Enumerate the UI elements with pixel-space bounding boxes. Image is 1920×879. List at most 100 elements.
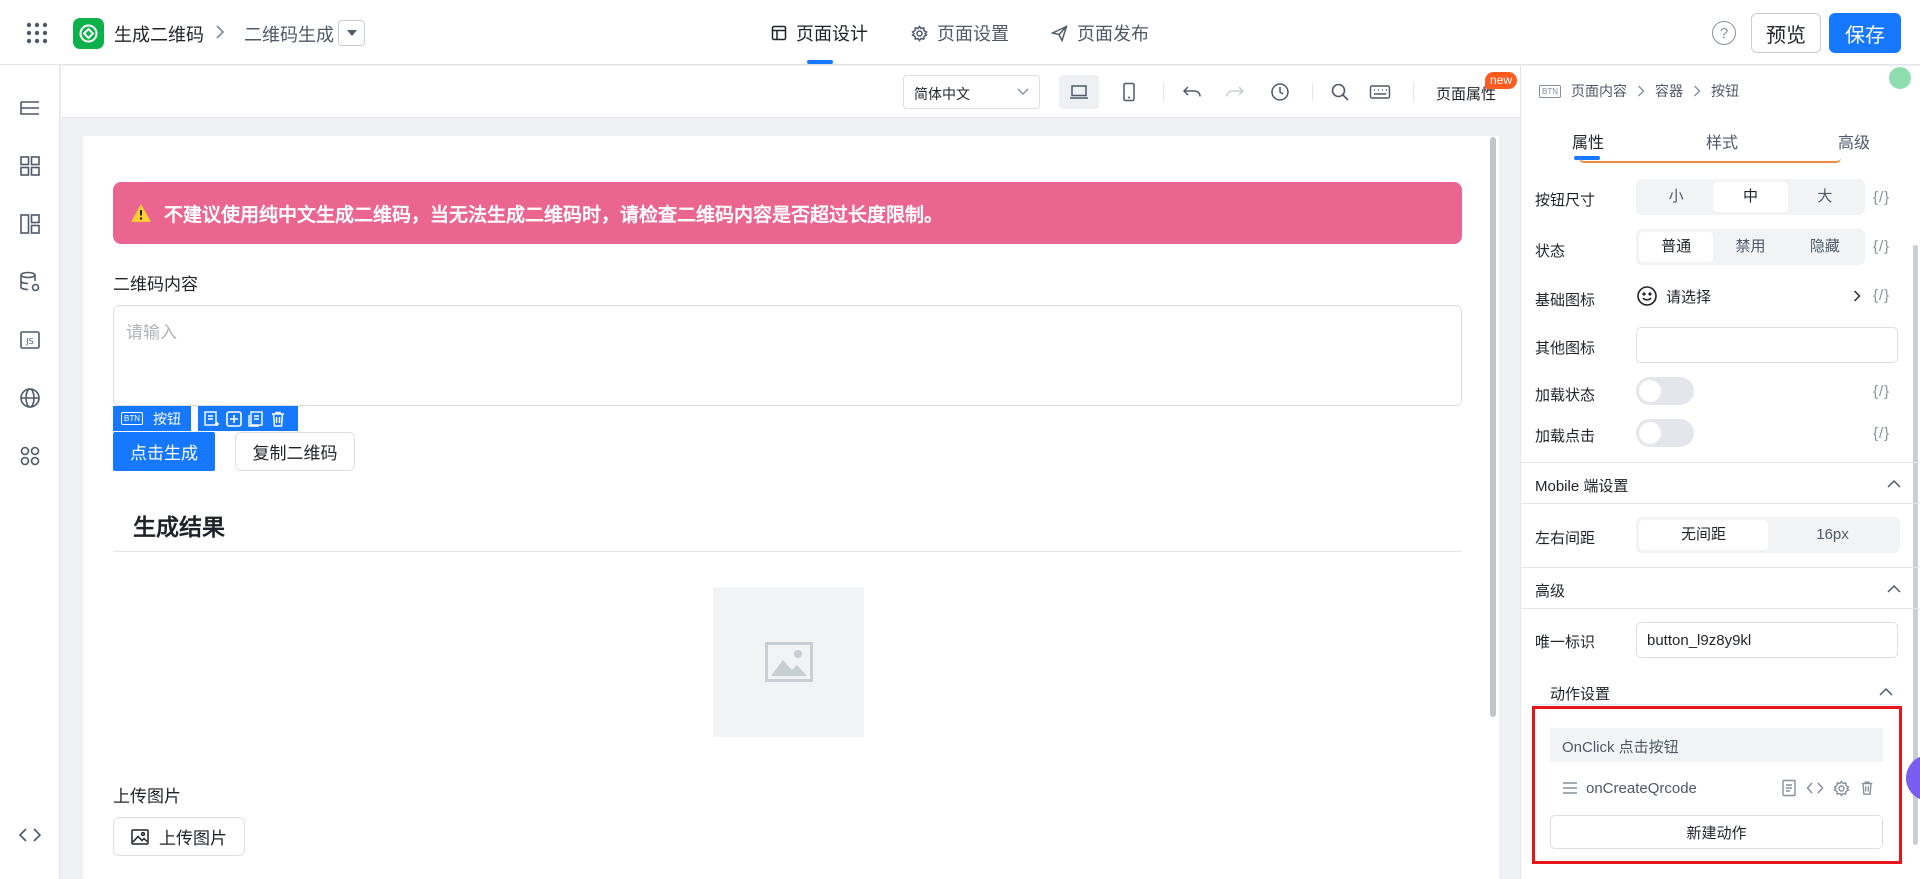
- scrolled-field-edge: [1579, 158, 1841, 163]
- tab-label: 页面设计: [796, 24, 868, 44]
- spacing-label: 左右间距: [1535, 530, 1596, 547]
- gear-icon: [911, 24, 928, 42]
- section-divider: [113, 551, 1462, 552]
- page-dropdown-button[interactable]: [338, 20, 365, 46]
- variable-binding-button[interactable]: {/}: [1873, 287, 1890, 304]
- language-value: 简体中文: [914, 86, 970, 102]
- selected-component-tag[interactable]: BTN 按钮: [113, 406, 191, 431]
- redo-icon[interactable]: [1215, 75, 1255, 109]
- action-settings-header[interactable]: 动作设置: [1535, 683, 1899, 705]
- generate-button[interactable]: 点击生成: [113, 432, 215, 471]
- plugins-icon[interactable]: [18, 444, 42, 468]
- javascript-icon[interactable]: JS: [18, 328, 42, 352]
- desktop-view-icon[interactable]: [1059, 75, 1099, 109]
- spacing-segmented: 无间距 16px: [1636, 517, 1900, 553]
- panel-scrollbar[interactable]: [1913, 245, 1918, 845]
- copy-qr-button[interactable]: 复制二维码: [235, 432, 355, 471]
- tab-advanced[interactable]: 高级: [1838, 129, 1870, 153]
- upload-image-button[interactable]: 上传图片: [113, 817, 245, 856]
- chevron-right-icon: [1638, 85, 1645, 97]
- loading-click-toggle[interactable]: [1636, 419, 1694, 447]
- state-option-hidden[interactable]: 隐藏: [1788, 232, 1862, 262]
- spacing-option-none[interactable]: 无间距: [1639, 520, 1768, 550]
- search-icon[interactable]: [1320, 75, 1360, 109]
- layout-icon: [771, 25, 787, 41]
- button-size-label: 按钮尺寸: [1535, 192, 1596, 209]
- qr-content-placeholder: 请输入: [126, 323, 177, 342]
- state-label: 状态: [1535, 243, 1566, 260]
- loading-state-toggle[interactable]: [1636, 377, 1694, 405]
- datasource-icon[interactable]: [18, 270, 42, 294]
- app-grid-icon[interactable]: [26, 22, 50, 44]
- breadcrumb-item-container[interactable]: 容器: [1655, 81, 1683, 101]
- code-icon[interactable]: [18, 823, 42, 847]
- mobile-view-icon[interactable]: [1109, 75, 1149, 109]
- app-name[interactable]: 生成二维码: [114, 21, 204, 47]
- base-icon-label: 基础图标: [1535, 292, 1596, 309]
- variable-binding-button[interactable]: {/}: [1873, 425, 1890, 442]
- unique-id-input[interactable]: button_l9z8y9kl: [1636, 622, 1898, 658]
- state-option-disabled[interactable]: 禁用: [1713, 232, 1787, 262]
- help-icon[interactable]: ?: [1712, 21, 1736, 45]
- loading-click-label: 加载点击: [1535, 428, 1596, 445]
- chevron-up-icon: [1887, 479, 1901, 488]
- breadcrumb-item-button[interactable]: 按钮: [1711, 81, 1739, 101]
- save-button[interactable]: 保存: [1829, 13, 1901, 53]
- component-toolbar: [198, 406, 298, 431]
- toolbar-divider: [1312, 83, 1313, 101]
- preview-button[interactable]: 预览: [1751, 13, 1821, 53]
- templates-icon[interactable]: [18, 212, 42, 236]
- tab-page-design[interactable]: 页面设计: [771, 20, 868, 46]
- document-icon: [1782, 779, 1796, 797]
- other-icon-input[interactable]: [1636, 327, 1898, 363]
- page-name[interactable]: 二维码生成: [244, 21, 334, 47]
- tab-label: 页面发布: [1077, 24, 1149, 44]
- delete-icon: [1861, 781, 1873, 795]
- variable-binding-button[interactable]: {/}: [1873, 238, 1890, 255]
- copy-component-icon: [248, 410, 263, 427]
- action-name: onCreateQrcode: [1586, 779, 1697, 797]
- app-logo-icon: [73, 18, 104, 49]
- send-icon: [1051, 24, 1068, 42]
- breadcrumb-chevron-icon: [214, 21, 226, 43]
- tab-style[interactable]: 样式: [1706, 129, 1738, 153]
- advanced-section[interactable]: 高级: [1521, 567, 1919, 609]
- undo-icon[interactable]: [1172, 75, 1212, 109]
- keyboard-icon[interactable]: [1360, 75, 1400, 109]
- variable-binding-button[interactable]: {/}: [1873, 189, 1890, 206]
- upload-image-label: 上传图片: [113, 787, 181, 806]
- action-settings-title: 动作设置: [1550, 686, 1611, 703]
- warning-icon: [131, 204, 151, 222]
- language-select[interactable]: 简体中文: [903, 75, 1040, 109]
- breadcrumb-item-page-content[interactable]: 页面内容: [1571, 81, 1627, 101]
- components-grid-icon[interactable]: [18, 154, 42, 178]
- chevron-right-icon: [1694, 85, 1701, 97]
- size-option-small[interactable]: 小: [1639, 182, 1713, 212]
- tab-properties[interactable]: 属性: [1572, 129, 1604, 153]
- globe-icon[interactable]: [18, 386, 42, 410]
- size-option-medium[interactable]: 中: [1713, 182, 1788, 212]
- size-option-large[interactable]: 大: [1788, 182, 1862, 212]
- btn-type-badge: BTN: [121, 412, 143, 425]
- base-icon-select[interactable]: 请选择: [1636, 280, 1861, 312]
- outline-tree-icon[interactable]: [18, 97, 42, 121]
- result-section-title: 生成结果: [133, 514, 225, 540]
- qr-content-label: 二维码内容: [113, 275, 198, 294]
- image-icon: [131, 828, 149, 845]
- mobile-settings-title: Mobile 端设置: [1535, 478, 1629, 495]
- canvas-toolbar: 简体中文 页面属性 new: [61, 66, 1520, 118]
- top-bar: 生成二维码 二维码生成 页面设计 页面设置 页面发布 ? 预览 保存: [0, 0, 1920, 65]
- active-tab-indicator: [807, 60, 833, 64]
- variable-binding-button[interactable]: {/}: [1873, 383, 1890, 400]
- mobile-settings-section[interactable]: Mobile 端设置: [1521, 462, 1919, 504]
- tab-page-settings[interactable]: 页面设置: [911, 20, 1009, 46]
- new-action-button[interactable]: 新建动作: [1550, 815, 1883, 849]
- spacing-option-16px[interactable]: 16px: [1768, 520, 1897, 550]
- history-icon[interactable]: [1260, 75, 1300, 109]
- canvas-scrollbar[interactable]: [1490, 137, 1496, 717]
- loading-state-label: 加载状态: [1535, 387, 1596, 404]
- state-option-normal[interactable]: 普通: [1639, 232, 1714, 262]
- tab-page-publish[interactable]: 页面发布: [1051, 20, 1149, 46]
- action-item[interactable]: onCreateQrcode: [1550, 770, 1883, 806]
- qr-content-input[interactable]: 请输入: [113, 305, 1462, 406]
